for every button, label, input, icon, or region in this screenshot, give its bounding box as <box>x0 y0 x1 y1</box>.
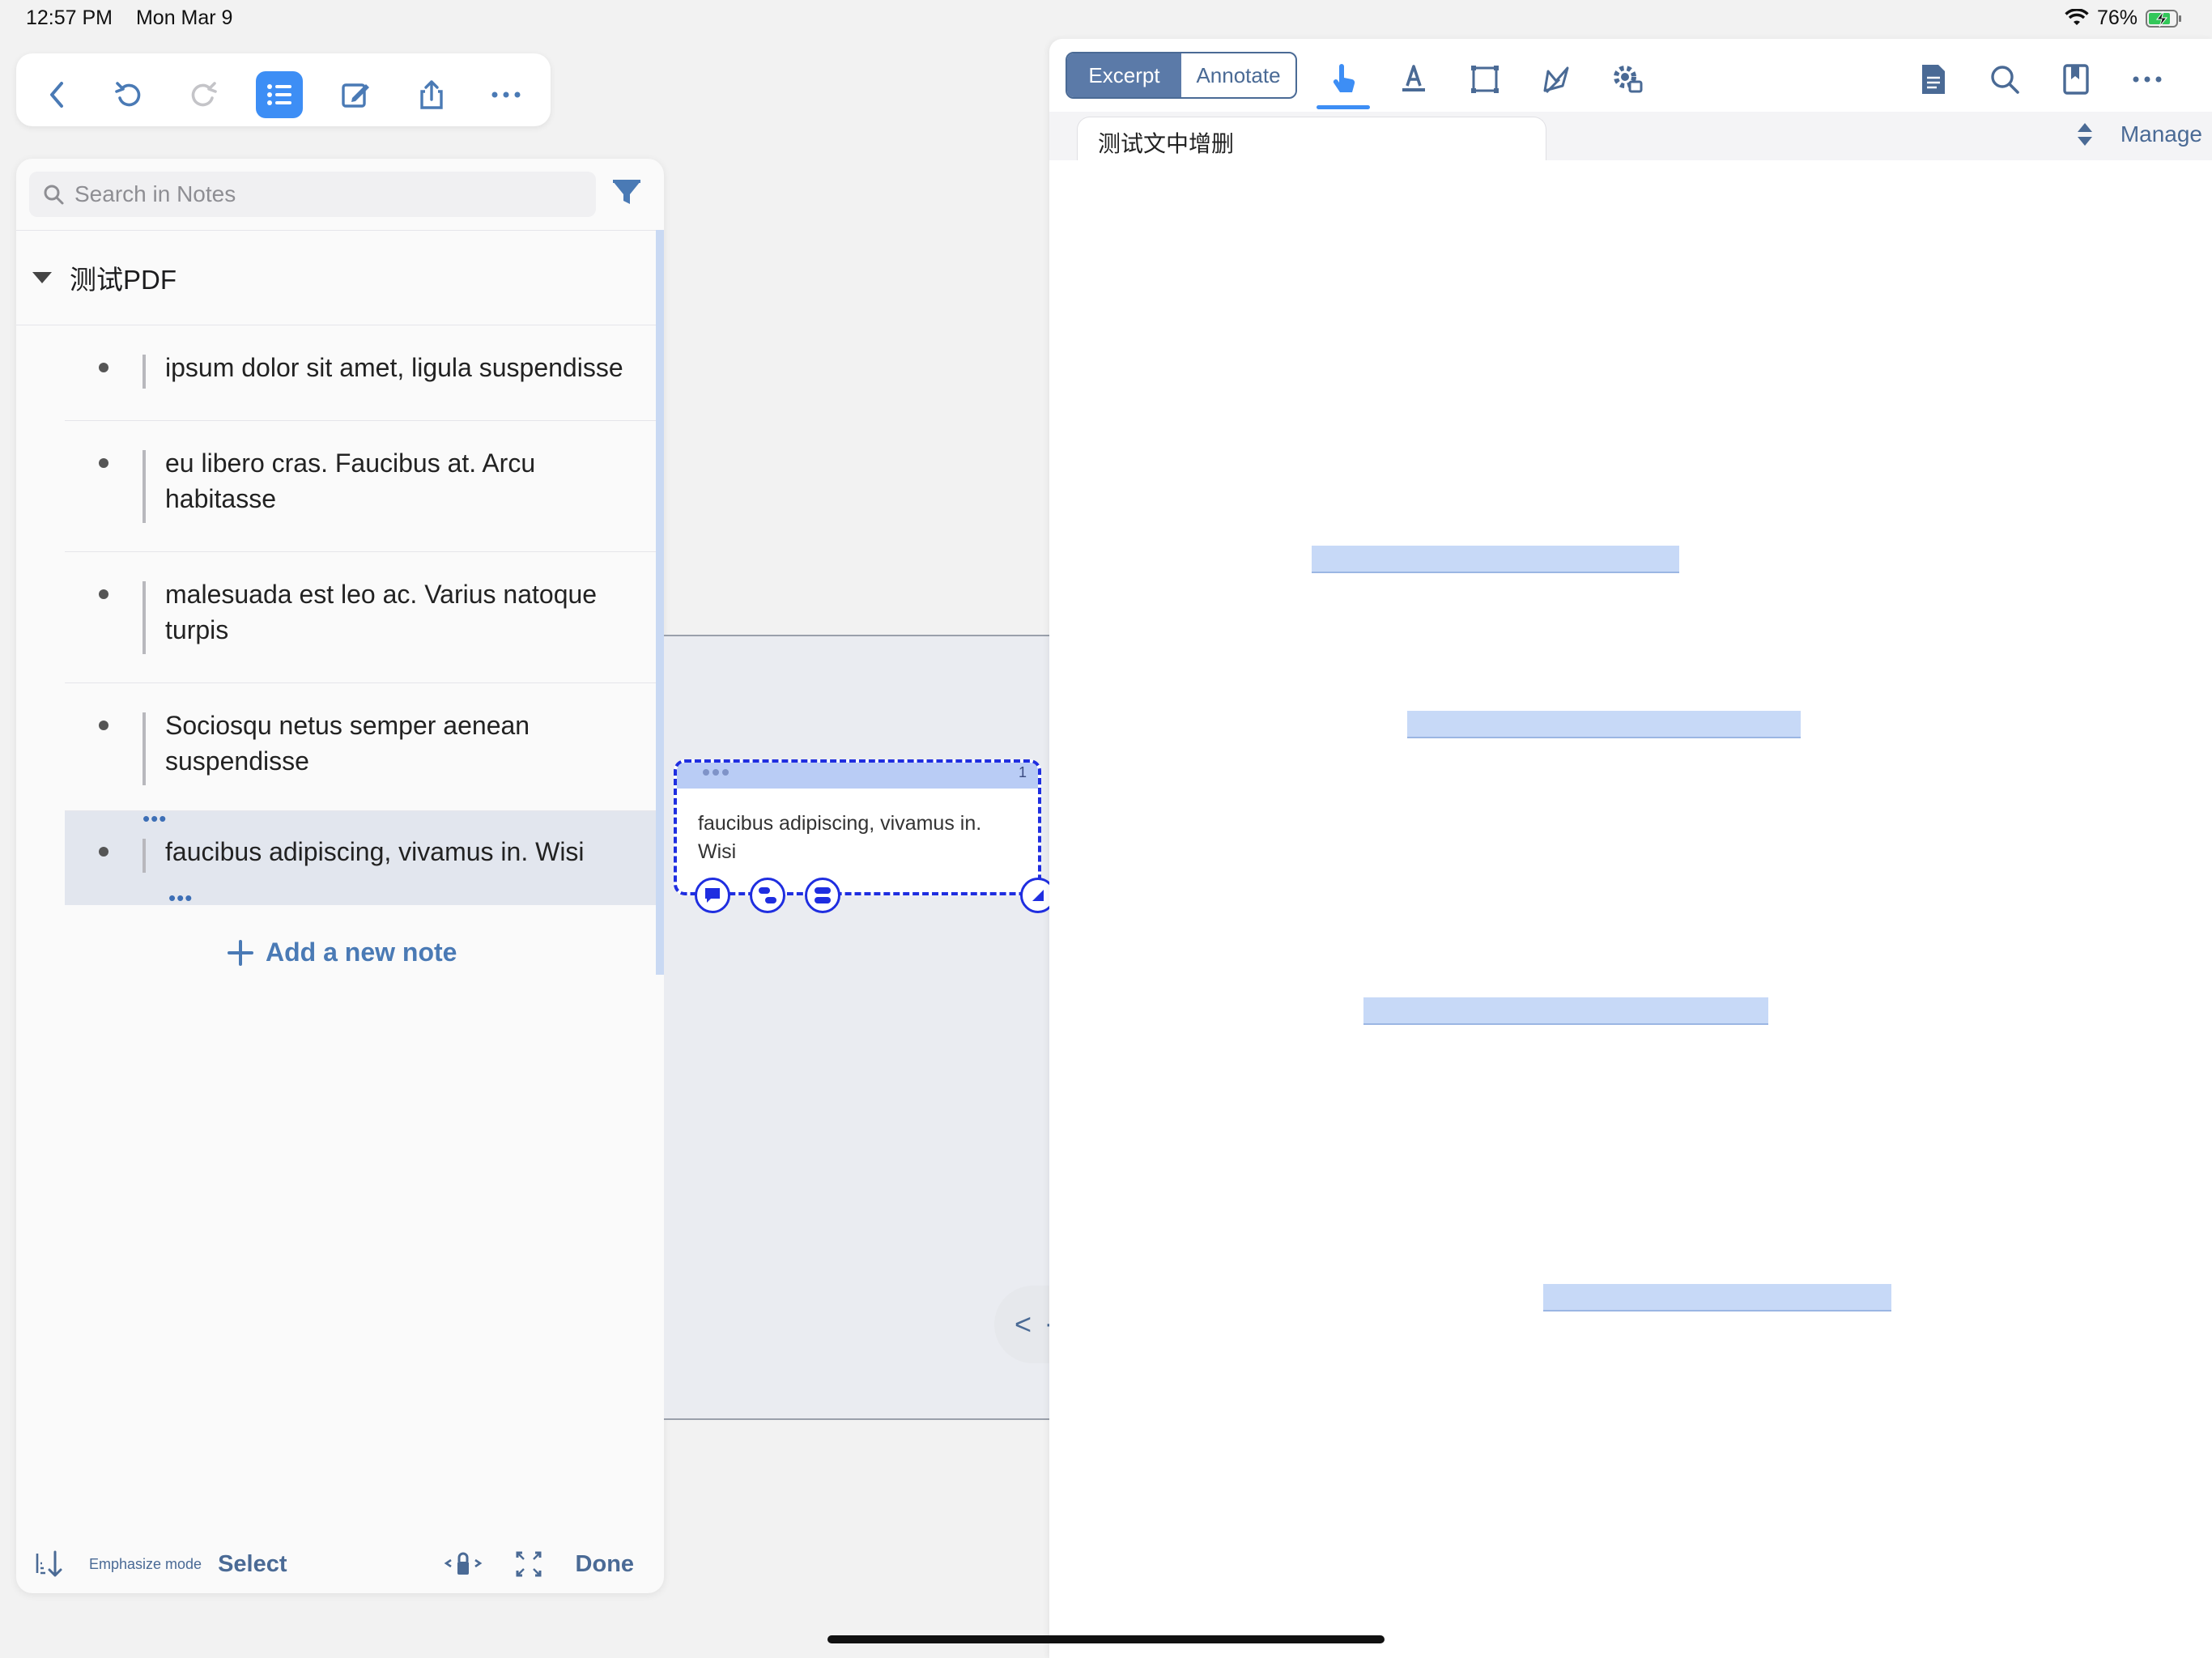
comment-icon[interactable] <box>695 878 730 913</box>
highlight-excerpt[interactable] <box>1363 997 1768 1025</box>
scroll-indicator[interactable] <box>656 230 664 975</box>
merge-nodes-icon[interactable] <box>805 878 840 913</box>
excerpt-tab[interactable]: Excerpt <box>1067 53 1181 97</box>
outline-list-icon[interactable] <box>256 71 303 118</box>
select-button[interactable]: Select <box>218 1551 287 1578</box>
note-text: ipsum dolor sit amet, ligula suspendisse <box>165 353 623 382</box>
more-icon[interactable] <box>2126 58 2168 100</box>
more-icon[interactable] <box>483 71 530 118</box>
status-time-date: 12:57 PM Mon Mar 9 <box>26 6 232 30</box>
settings-gear-icon[interactable] <box>1606 58 1648 100</box>
prev-page-button[interactable]: < <box>1015 1307 1032 1341</box>
bullet-icon <box>99 458 108 468</box>
add-note-label: Add a new note <box>266 937 457 967</box>
fullscreen-icon[interactable] <box>514 1550 543 1579</box>
text-highlight-icon[interactable] <box>1393 58 1435 100</box>
note-text: malesuada est leo ac. Varius natoque tur… <box>165 580 598 644</box>
bullet-icon <box>99 721 108 730</box>
excerpt-bar <box>143 581 146 654</box>
hand-pointer-icon[interactable] <box>1323 58 1365 100</box>
lasso-icon[interactable] <box>1535 58 1577 100</box>
highlight-excerpt[interactable] <box>1543 1284 1891 1312</box>
status-right: 76% <box>2065 6 2183 30</box>
bullet-icon <box>99 363 108 372</box>
mindmap-card[interactable]: 1 faucibus adipiscing, vivamus in. Wisi <box>674 759 1056 913</box>
note-item[interactable]: malesuada est leo ac. Varius natoque tur… <box>65 552 656 683</box>
link-nodes-icon[interactable] <box>750 878 785 913</box>
note-item[interactable]: ipsum dolor sit amet, ligula suspendisse <box>65 325 656 421</box>
note-text: Sociosqu netus semper aenean suspendisse <box>165 711 530 776</box>
highlight-excerpt[interactable] <box>1407 711 1801 738</box>
group-title: 测试PDF <box>70 265 177 295</box>
disclosure-triangle-icon[interactable] <box>31 270 53 286</box>
note-item[interactable]: eu libero cras. Faucibus at. Arcu habita… <box>65 421 656 552</box>
excerpt-bar <box>143 355 146 389</box>
emphasize-mode-button[interactable]: Emphasize mode <box>89 1556 202 1573</box>
note-item[interactable]: Sociosqu netus semper aenean suspendisse <box>65 683 656 811</box>
highlight-excerpt[interactable] <box>1312 546 1679 573</box>
status-time: 12:57 PM <box>26 6 113 29</box>
search-field[interactable] <box>29 172 596 217</box>
annotate-tab[interactable]: Annotate <box>1181 53 1295 97</box>
excerpt-bar <box>143 450 146 523</box>
status-date: Mon Mar 9 <box>135 6 233 29</box>
manage-button[interactable]: Manage <box>2121 121 2202 147</box>
share-icon[interactable] <box>408 71 455 118</box>
card-menu-icon[interactable] <box>701 764 734 780</box>
home-indicator[interactable] <box>827 1635 1385 1643</box>
group-header[interactable]: 测试PDF <box>16 230 656 325</box>
top-toolbar <box>16 53 551 126</box>
rectangle-select-icon[interactable] <box>1464 58 1506 100</box>
undo-icon[interactable] <box>105 71 152 118</box>
note-text: faucibus adipiscing, vivamus in. Wisi <box>165 837 585 866</box>
add-note-button[interactable]: Add a new note <box>227 937 457 967</box>
back-icon[interactable] <box>34 71 81 118</box>
excerpt-bar <box>143 712 146 785</box>
card-text: faucibus adipiscing, vivamus in. Wisi <box>698 812 982 863</box>
wifi-icon <box>2065 8 2089 28</box>
note-text: eu libero cras. Faucibus at. Arcu habita… <box>165 449 536 513</box>
document-tab-title[interactable]: 测试文中增删 <box>1098 126 1234 159</box>
note-item-selected[interactable]: ••• faucibus adipiscing, vivamus in. Wis… <box>65 808 656 908</box>
edit-icon[interactable] <box>332 71 379 118</box>
bullet-icon <box>99 589 108 599</box>
notes-bottom-bar: Emphasize mode Select Done <box>16 1535 664 1593</box>
mode-segmented-control[interactable]: Excerpt Annotate <box>1066 52 1297 99</box>
document-icon[interactable] <box>1912 58 1955 100</box>
battery-percent: 76% <box>2096 6 2138 29</box>
battery-charging-icon <box>2146 9 2183 28</box>
drag-handle-icon[interactable]: ••• <box>143 808 167 829</box>
redo-icon[interactable] <box>180 71 227 118</box>
notes-panel: 测试PDF ipsum dolor sit amet, ligula suspe… <box>16 159 664 1593</box>
plus-icon <box>227 939 254 967</box>
done-button[interactable]: Done <box>576 1551 635 1578</box>
excerpt-bar <box>143 839 146 873</box>
drag-handle-icon[interactable]: ••• <box>168 887 193 908</box>
active-tool-indicator <box>1317 105 1370 109</box>
filter-icon[interactable] <box>610 176 643 209</box>
mindmap-canvas[interactable] <box>664 635 1049 1420</box>
sort-arrows-icon[interactable] <box>2076 121 2094 147</box>
sort-icon[interactable] <box>34 1549 65 1579</box>
document-panel: Excerpt Annotate 测试文中增删 Manage <box>1049 39 2212 1658</box>
bookmark-icon[interactable] <box>2055 58 2097 100</box>
bullet-icon <box>99 847 108 857</box>
search-icon[interactable] <box>1984 58 2026 100</box>
card-header[interactable]: 1 <box>677 763 1038 789</box>
card-number: 1 <box>1018 764 1027 780</box>
lock-move-icon[interactable] <box>441 1550 485 1578</box>
search-icon <box>42 183 65 206</box>
search-input[interactable] <box>74 181 560 207</box>
